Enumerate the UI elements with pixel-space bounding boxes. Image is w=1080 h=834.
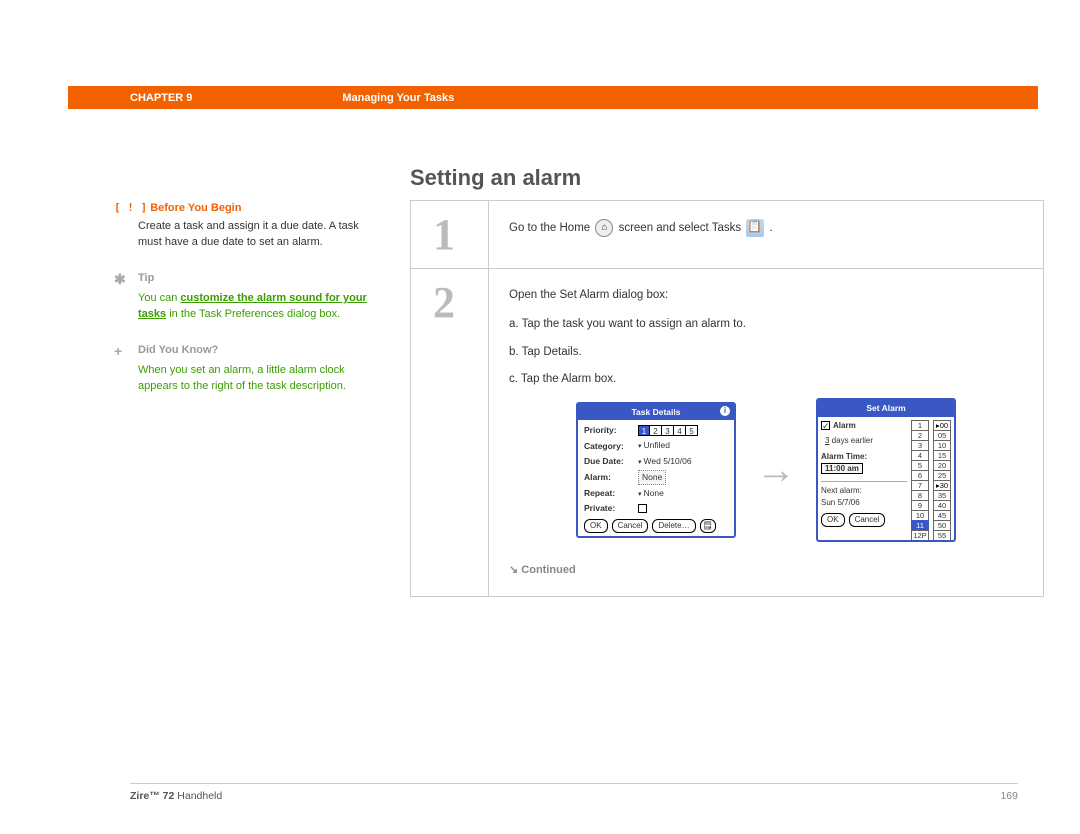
page-number: 169 — [1000, 790, 1018, 802]
palm-title: Set Alarm — [818, 400, 954, 417]
set-alarm-screen: Set Alarm Alarm 3 days earlier — [816, 398, 956, 542]
chapter-header: CHAPTER 9 Managing Your Tasks — [68, 86, 1038, 109]
ok-button[interactable]: OK — [821, 513, 845, 527]
step-2: 2 Open the Set Alarm dialog box: a. Tap … — [410, 269, 1044, 597]
plus-icon: + — [114, 341, 138, 361]
alarm-checkbox[interactable] — [821, 421, 830, 430]
byb-body: Create a task and assign it a due date. … — [138, 219, 374, 251]
home-icon: ⌂ — [595, 219, 613, 237]
tip-title: Tip — [138, 271, 154, 287]
dyk-body: When you set an alarm, a little alarm cl… — [138, 363, 374, 395]
private-checkbox[interactable] — [638, 504, 647, 513]
product-name: Zire™ 72 Handheld — [130, 790, 222, 802]
note-button[interactable]: 🗒 — [700, 519, 716, 533]
tip-block: ✱ Tip You can customize the alarm sound … — [114, 269, 374, 323]
page-title: Setting an alarm — [410, 165, 1018, 191]
substep-a: a. Tap the task you want to assign an al… — [509, 316, 1023, 333]
cancel-button[interactable]: Cancel — [849, 513, 886, 527]
sidebar: [ ! ] Before You Begin Create a task and… — [114, 200, 374, 413]
substep-c: c. Tap the Alarm box. — [509, 371, 1023, 388]
ok-button[interactable]: OK — [584, 519, 608, 533]
hour-column[interactable]: 123456789101112P — [911, 420, 929, 540]
tip-body: You can customize the alarm sound for yo… — [138, 291, 374, 323]
before-you-begin: [ ! ] Before You Begin Create a task and… — [114, 200, 374, 251]
byb-title: Before You Begin — [150, 202, 241, 214]
repeat-dropdown[interactable]: None — [638, 487, 664, 501]
duedate-dropdown[interactable]: Wed 5/10/06 — [638, 455, 692, 469]
step-body: Open the Set Alarm dialog box: a. Tap th… — [489, 269, 1043, 596]
chapter-label: CHAPTER 9 — [130, 92, 192, 104]
cancel-button[interactable]: Cancel — [612, 519, 649, 533]
substep-b: b. Tap Details. — [509, 344, 1023, 361]
asterisk-icon: ✱ — [114, 269, 138, 289]
section-title: Managing Your Tasks — [342, 92, 454, 104]
steps-content: 1 Go to the Home ⌂ screen and select Tas… — [410, 200, 1044, 597]
alarm-time-box[interactable]: 11:00 am — [821, 463, 863, 474]
info-icon[interactable]: i — [720, 406, 730, 416]
arrow-right-icon: → — [756, 440, 796, 500]
step-substeps: a. Tap the task you want to assign an al… — [509, 316, 1023, 388]
step-number: 2 — [411, 269, 489, 596]
step-number: 1 — [411, 201, 489, 268]
continued-label: Continued — [509, 562, 1023, 579]
tasks-icon — [746, 219, 764, 237]
priority-selector[interactable]: 1 2 3 4 5 — [638, 425, 698, 436]
palm-title: Task Details i — [578, 404, 734, 421]
task-details-screen: Task Details i Priority: 1 2 3 — [576, 402, 736, 539]
did-you-know-block: + Did You Know? When you set an alarm, a… — [114, 341, 374, 395]
page-footer: Zire™ 72 Handheld 169 — [130, 783, 1018, 802]
alarm-box[interactable]: None — [638, 470, 666, 485]
step-body: Go to the Home ⌂ screen and select Tasks… — [489, 201, 1043, 268]
dyk-title: Did You Know? — [138, 343, 218, 359]
minute-column[interactable]: ▸000510152025▸303540455055 — [933, 420, 951, 540]
category-dropdown[interactable]: Unfiled — [638, 439, 670, 453]
delete-button[interactable]: Delete… — [652, 519, 695, 533]
step-1: 1 Go to the Home ⌂ screen and select Tas… — [410, 200, 1044, 269]
byb-prefix: [ ! ] — [114, 201, 147, 214]
screenshot-row: Task Details i Priority: 1 2 3 — [509, 398, 1023, 542]
